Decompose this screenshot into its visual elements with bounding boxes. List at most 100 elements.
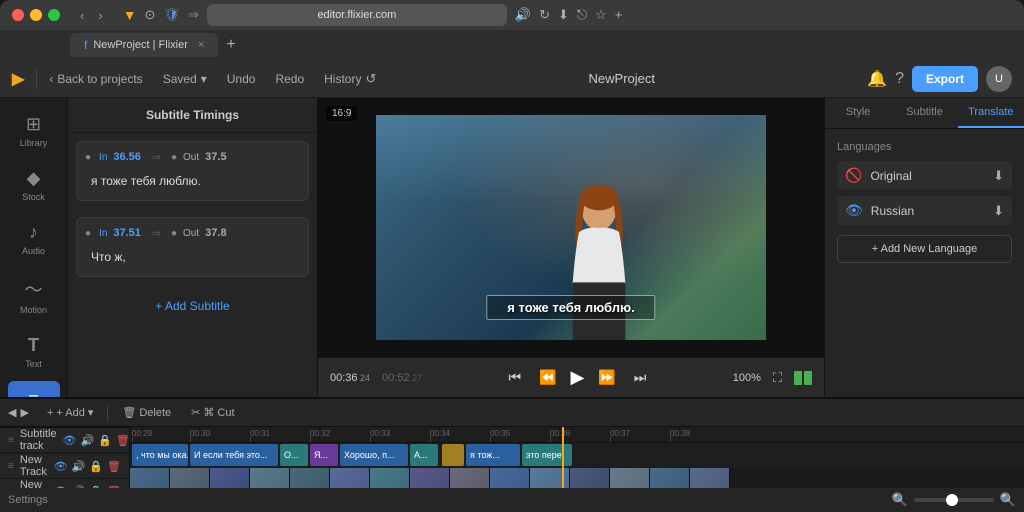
- film-frame-3: [210, 468, 250, 488]
- fullscreen-button[interactable]: ⛶: [773, 370, 782, 386]
- play-pause-button[interactable]: ▶: [571, 367, 585, 388]
- track-lock-icon-new-1[interactable]: 🔒: [89, 460, 103, 473]
- sidebar-item-motion[interactable]: 〜 Motion: [8, 268, 60, 323]
- browser-titlebar: ‹ › ▼ ⊙ 🛡 ⇒ editor.flixier.com 🔊 ↻ ⬇ ⎋ ☆…: [0, 0, 1024, 30]
- new-tab-icon[interactable]: +: [226, 36, 235, 54]
- subtitle-item-2[interactable]: ● In 37.51 ⇒ ● Out 37.8 Что ж,: [76, 217, 309, 277]
- playback-controls: ⏮ ⏪ ▶ ⏩ ⏭: [434, 365, 721, 390]
- zoom-thumb[interactable]: [946, 494, 958, 506]
- ruler-mark-2: 00:30: [190, 429, 210, 438]
- undo-button[interactable]: Undo: [219, 68, 264, 90]
- subtitle-text-1[interactable]: я тоже тебя люблю.: [85, 170, 300, 192]
- tab-translate[interactable]: Translate: [958, 98, 1024, 128]
- track-eye-icon-new-1[interactable]: 👁: [54, 460, 68, 473]
- browser-icons: 🔊 ↻ ⬇ ⎋ ☆ +: [515, 7, 623, 23]
- ruler-mark-4: 00:32: [310, 429, 330, 438]
- redo-button[interactable]: Redo: [267, 68, 312, 90]
- film-frame-8: [410, 468, 450, 488]
- download-icon[interactable]: ⬇: [558, 7, 569, 23]
- track-delete-icon-new-1[interactable]: 🗑: [107, 460, 121, 473]
- sidebar-item-stock[interactable]: ◆ Stock: [8, 160, 60, 210]
- avatar[interactable]: U: [986, 66, 1012, 92]
- track-volume-icon-subtitle[interactable]: 🔊: [81, 434, 95, 447]
- minimize-button[interactable]: [30, 9, 42, 21]
- clip-4[interactable]: Я...: [310, 444, 338, 466]
- address-bar[interactable]: editor.flixier.com: [207, 4, 507, 26]
- history-button[interactable]: History ↺: [316, 67, 384, 91]
- cut-button[interactable]: ✂ ⌘ Cut: [185, 403, 240, 422]
- sidebar-item-library[interactable]: ⊞ Library: [8, 106, 60, 156]
- add-track-button[interactable]: + + Add ▾: [41, 403, 99, 422]
- bottom-controls: Settings 🔍 🔍: [0, 488, 1024, 512]
- clip-9[interactable]: это пере: [522, 444, 572, 466]
- clip-5[interactable]: Хорошо, п...: [340, 444, 408, 466]
- subtitle-item-1[interactable]: ● In 36.56 ⇒ ● Out 37.5 я тоже тебя любл…: [76, 141, 309, 201]
- total-time-display: 00:52 27: [382, 372, 422, 384]
- subtitle-text-2[interactable]: Что ж,: [85, 246, 300, 268]
- original-download-button[interactable]: ⬇: [993, 168, 1004, 184]
- skip-to-end-button[interactable]: ⏭: [630, 365, 651, 390]
- skip-forward-button[interactable]: ⏩: [594, 365, 619, 390]
- zoom-out-icon[interactable]: 🔍: [892, 492, 908, 508]
- clip-3[interactable]: О...: [280, 444, 308, 466]
- zoom-in-icon[interactable]: 🔍: [1000, 492, 1016, 508]
- track-handle-icon-2[interactable]: ≡: [8, 461, 14, 472]
- track-handle-icon[interactable]: ≡: [8, 435, 14, 446]
- notification-icon[interactable]: 🔔: [867, 69, 887, 89]
- ruler-mark-10: 00:38: [670, 429, 690, 438]
- saved-button[interactable]: Saved ▾: [155, 68, 215, 90]
- russian-download-button[interactable]: ⬇: [993, 203, 1004, 219]
- subtitles-icon: ≡: [28, 389, 39, 397]
- skip-to-start-button[interactable]: ⏮: [504, 365, 525, 390]
- back-nav-button[interactable]: ‹: [76, 6, 88, 25]
- bookmark-icon[interactable]: ☆: [595, 7, 607, 23]
- clip-7-yellow[interactable]: [442, 444, 464, 466]
- reload-icon[interactable]: ↻: [539, 7, 550, 23]
- sidebar-item-text[interactable]: T Text: [8, 327, 60, 377]
- sidebar-item-subtitles[interactable]: ≡ Subtitles: [8, 381, 60, 397]
- forward-nav-button[interactable]: ›: [94, 6, 106, 25]
- add-subtitle-button[interactable]: + Add Subtitle: [149, 293, 235, 319]
- maximize-button[interactable]: [48, 9, 60, 21]
- zoom-slider[interactable]: [914, 498, 994, 502]
- clip-1[interactable]: , что мы ока...: [132, 444, 188, 466]
- tab-subtitle[interactable]: Subtitle: [891, 98, 957, 128]
- track-delete-icon-subtitle[interactable]: 🗑: [116, 434, 130, 447]
- add-language-button[interactable]: + Add New Language: [837, 235, 1012, 263]
- tab-close-icon[interactable]: ×: [198, 39, 204, 51]
- clip-8[interactable]: я тож...: [466, 444, 520, 466]
- skip-back-button[interactable]: ⏪: [535, 365, 560, 390]
- in-label-1: In: [99, 152, 107, 163]
- help-icon[interactable]: ?: [895, 70, 904, 88]
- browser-tab[interactable]: f NewProject | Flixier ×: [70, 33, 218, 57]
- library-icon: ⊞: [26, 114, 41, 135]
- motion-icon: 〜: [25, 276, 43, 302]
- clip-2[interactable]: И если тебя это...: [190, 444, 278, 466]
- sidebar-label-audio: Audio: [22, 246, 45, 256]
- sidebar-item-audio[interactable]: ♪ Audio: [8, 214, 60, 264]
- add-tab-icon[interactable]: +: [615, 7, 623, 23]
- collapse-right-icon[interactable]: ▶: [20, 406, 28, 419]
- tab-style[interactable]: Style: [825, 98, 891, 128]
- stock-icon: ◆: [27, 168, 41, 189]
- out-time-2: 37.8: [205, 227, 226, 239]
- film-frame-14: [650, 468, 690, 488]
- browser-chrome: ‹ › ▼ ⊙ 🛡 ⇒ editor.flixier.com 🔊 ↻ ⬇ ⎋ ☆…: [0, 0, 1024, 60]
- playhead[interactable]: [562, 427, 564, 488]
- export-button[interactable]: Export: [912, 66, 978, 92]
- collapse-left-icon[interactable]: ◀: [8, 406, 16, 419]
- back-to-projects-button[interactable]: ‹ Back to projects: [41, 68, 150, 90]
- ruler-mark-3: 00:31: [250, 429, 270, 438]
- track-volume-icon-new-1[interactable]: 🔊: [72, 460, 86, 473]
- track-eye-icon-subtitle[interactable]: 👁: [63, 434, 77, 447]
- film-frame-6: [330, 468, 370, 488]
- track-name-subtitle: Subtitle track: [20, 428, 57, 452]
- aspect-ratio-badge: 16:9: [326, 106, 357, 121]
- close-button[interactable]: [12, 9, 24, 21]
- ruler-tick-8: [550, 437, 551, 442]
- share-icon[interactable]: ⎋: [577, 7, 587, 23]
- delete-button[interactable]: 🗑 Delete: [116, 403, 177, 422]
- plus-icon: +: [47, 407, 53, 419]
- clip-6[interactable]: А...: [410, 444, 438, 466]
- track-lock-icon-subtitle[interactable]: 🔒: [98, 434, 112, 447]
